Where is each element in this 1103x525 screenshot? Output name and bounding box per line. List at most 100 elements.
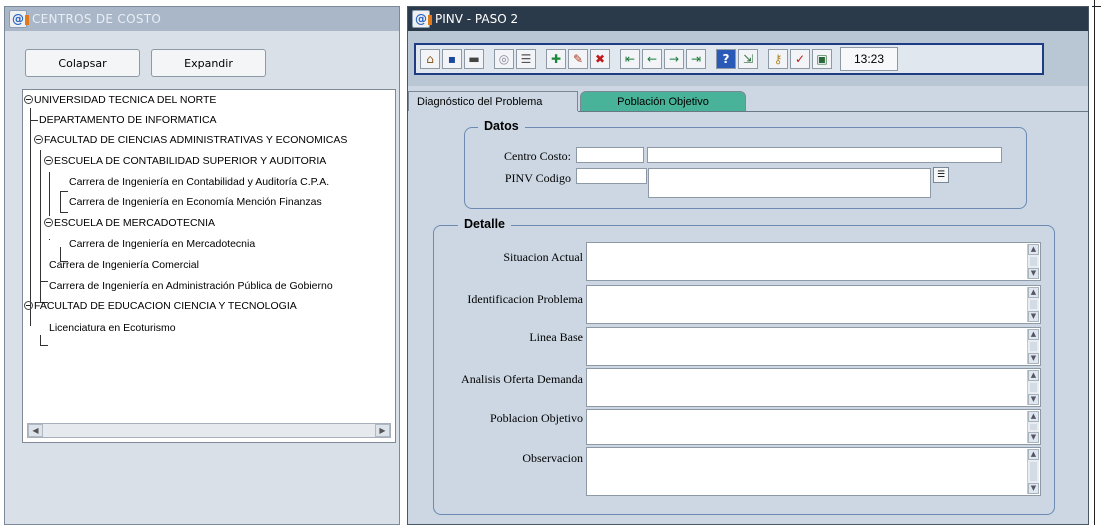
calendar-icon[interactable]: ▣ xyxy=(812,49,832,69)
vertical-scrollbar[interactable]: ▲ ▼ xyxy=(1027,287,1039,322)
collapse-button[interactable]: Colapsar xyxy=(25,49,140,77)
next-record-icon[interactable]: → xyxy=(664,49,684,69)
tree-node-root[interactable]: UNIVERSIDAD TECNICA DEL NORTE xyxy=(24,90,216,110)
tree-line xyxy=(60,192,61,212)
pinv-codigo-name-field[interactable] xyxy=(648,168,931,198)
situacion-actual-label: Situacion Actual xyxy=(503,250,583,264)
scroll-down-icon[interactable]: ▼ xyxy=(1028,353,1039,364)
situacion-actual-field[interactable]: ▲ ▼ xyxy=(586,242,1041,281)
collapse-node-icon[interactable] xyxy=(24,300,33,310)
tree-node-label: DEPARTAMENTO DE INFORMATICA xyxy=(39,114,217,126)
tree-line xyxy=(49,172,50,216)
scroll-down-icon[interactable]: ▼ xyxy=(1028,432,1039,443)
tree-horizontal-scrollbar[interactable]: ◀ ▶ xyxy=(27,423,391,438)
centro-costo-code-field[interactable] xyxy=(576,147,644,163)
check-icon[interactable]: ✓ xyxy=(790,49,810,69)
scroll-right-icon[interactable]: ▶ xyxy=(375,424,390,437)
exit-icon[interactable]: ⇲ xyxy=(738,49,758,69)
identificacion-problema-field[interactable]: ▲ ▼ xyxy=(586,285,1041,324)
tree-line xyxy=(49,239,50,240)
tree-node-label: Licenciatura en Ecoturismo xyxy=(49,322,176,334)
tree-node-label: Carrera de Ingeniería Comercial xyxy=(49,259,199,271)
vertical-scrollbar[interactable]: ▲ ▼ xyxy=(1027,370,1039,405)
edit-record-icon[interactable]: ✎ xyxy=(568,49,588,69)
toolbar-band: ⌂ ▪ ▬ ◎ ☰ ✚ ✎ ✖ ⇤ ← → ⇥ ? ⇲ ⚷ ✓ ▣ 13:23 xyxy=(408,31,1088,86)
scroll-up-icon[interactable]: ▲ xyxy=(1028,244,1039,255)
tree-node[interactable]: ESCUELA DE CONTABILIDAD SUPERIOR Y AUDIT… xyxy=(44,151,326,171)
list-icon[interactable]: ☰ xyxy=(516,49,536,69)
collapse-node-icon[interactable] xyxy=(34,134,43,144)
tree-node[interactable]: Carrera de Ingeniería Comercial xyxy=(49,255,199,275)
first-record-icon[interactable]: ⇤ xyxy=(620,49,640,69)
print-icon[interactable]: ▬ xyxy=(464,49,484,69)
previous-record-icon[interactable]: ← xyxy=(642,49,662,69)
centro-costo-label: Centro Costo: xyxy=(503,149,571,163)
screen-edge-tick xyxy=(1092,6,1101,7)
datos-title: Datos xyxy=(478,119,525,133)
tree-node[interactable]: ESCUELA DE MERCADOTECNIA xyxy=(44,213,215,233)
tree-node-label: ESCUELA DE MERCADOTECNIA xyxy=(54,217,216,229)
tree-node[interactable]: Carrera de Ingeniería en Administración … xyxy=(49,276,333,296)
vertical-scrollbar[interactable]: ▲ ▼ xyxy=(1027,244,1039,279)
collapse-node-icon[interactable] xyxy=(44,217,53,227)
observacion-label: Observacion xyxy=(522,451,583,465)
list-of-values-icon[interactable]: ☰ xyxy=(933,167,949,183)
pinv-paso-2-window: PINV - PASO 2 ⌂ ▪ ▬ ◎ ☰ ✚ ✎ ✖ ⇤ ← → ⇥ ? xyxy=(407,6,1089,525)
tab-divider xyxy=(578,111,1088,112)
vertical-scrollbar[interactable]: ▲ ▼ xyxy=(1027,449,1039,494)
cost-center-tree[interactable]: UNIVERSIDAD TECNICA DEL NORTE DEPARTAMEN… xyxy=(22,89,396,443)
scroll-down-icon[interactable]: ▼ xyxy=(1028,311,1039,322)
scroll-up-icon[interactable]: ▲ xyxy=(1028,329,1039,340)
scroll-up-icon[interactable]: ▲ xyxy=(1028,411,1039,422)
scroll-up-icon[interactable]: ▲ xyxy=(1028,370,1039,381)
tree-node[interactable]: FACULTAD DE CIENCIAS ADMINISTRATIVAS Y E… xyxy=(24,130,347,150)
vertical-scrollbar[interactable]: ▲ ▼ xyxy=(1027,411,1039,443)
vertical-scrollbar[interactable]: ▲ ▼ xyxy=(1027,329,1039,364)
insert-record-icon[interactable]: ✚ xyxy=(546,49,566,69)
scroll-up-icon[interactable]: ▲ xyxy=(1028,449,1039,460)
tree-node[interactable]: Carrera de Ingeniería en Economía Menció… xyxy=(69,192,322,212)
tree-line xyxy=(40,345,48,346)
scroll-down-icon[interactable]: ▼ xyxy=(1028,268,1039,279)
identificacion-problema-label: Identificacion Problema xyxy=(467,292,583,306)
query-icon[interactable]: ◎ xyxy=(494,49,514,69)
left-window-title: CENTROS DE COSTO xyxy=(32,12,162,26)
centro-costo-name-field[interactable] xyxy=(647,147,1002,163)
poblacion-objetivo-field[interactable]: ▲ ▼ xyxy=(586,409,1041,445)
help-icon[interactable]: ? xyxy=(716,49,736,69)
pinv-codigo-code-field[interactable] xyxy=(576,168,647,184)
broom-icon[interactable]: ⌂ xyxy=(420,49,440,69)
analisis-oferta-demanda-label: Analisis Oferta Demanda xyxy=(461,372,583,386)
scroll-up-icon[interactable]: ▲ xyxy=(1028,287,1039,298)
tree-node[interactable]: FACULTAD DE EDUCACION CIENCIA Y TECNOLOG… xyxy=(24,296,297,316)
tree-node[interactable]: Carrera de Ingeniería en Contabilidad y … xyxy=(69,172,329,192)
tree-line xyxy=(40,281,48,282)
analisis-oferta-demanda-field[interactable]: ▲ ▼ xyxy=(586,368,1041,407)
tree-node-label: UNIVERSIDAD TECNICA DEL NORTE xyxy=(34,94,217,106)
tree-node[interactable]: Carrera de Ingeniería en Mercadotecnia xyxy=(69,234,255,254)
pinv-codigo-label: PINV Codigo xyxy=(504,171,571,185)
tab-diagnostico[interactable]: Diagnóstico del Problema xyxy=(408,91,578,111)
tree-node-label: FACULTAD DE EDUCACION CIENCIA Y TECNOLOG… xyxy=(34,300,297,312)
tab-poblacion-objetivo[interactable]: Población Objetivo xyxy=(580,91,746,111)
expand-button[interactable]: Expandir xyxy=(151,49,266,77)
save-icon[interactable]: ▪ xyxy=(442,49,462,69)
tree-node[interactable]: Licenciatura en Ecoturismo xyxy=(49,318,176,338)
observacion-field[interactable]: ▲ ▼ xyxy=(586,447,1041,496)
key-icon[interactable]: ⚷ xyxy=(768,49,788,69)
left-window-titlebar[interactable]: CENTROS DE COSTO xyxy=(5,7,399,31)
collapse-node-icon[interactable] xyxy=(44,155,53,165)
delete-record-icon[interactable]: ✖ xyxy=(590,49,610,69)
tree-button-row: Colapsar Expandir xyxy=(25,49,266,77)
tree-node-label: Carrera de Ingeniería en Economía Menció… xyxy=(69,196,322,208)
scroll-left-icon[interactable]: ◀ xyxy=(28,424,43,437)
scroll-down-icon[interactable]: ▼ xyxy=(1028,483,1039,494)
scroll-down-icon[interactable]: ▼ xyxy=(1028,394,1039,405)
tree-node[interactable]: DEPARTAMENTO DE INFORMATICA xyxy=(39,110,217,130)
last-record-icon[interactable]: ⇥ xyxy=(686,49,706,69)
oracle-app-icon xyxy=(9,10,29,28)
right-window-titlebar[interactable]: PINV - PASO 2 xyxy=(408,7,1088,31)
tree-line xyxy=(40,335,41,345)
linea-base-field[interactable]: ▲ ▼ xyxy=(586,327,1041,366)
collapse-node-icon[interactable] xyxy=(24,94,33,104)
